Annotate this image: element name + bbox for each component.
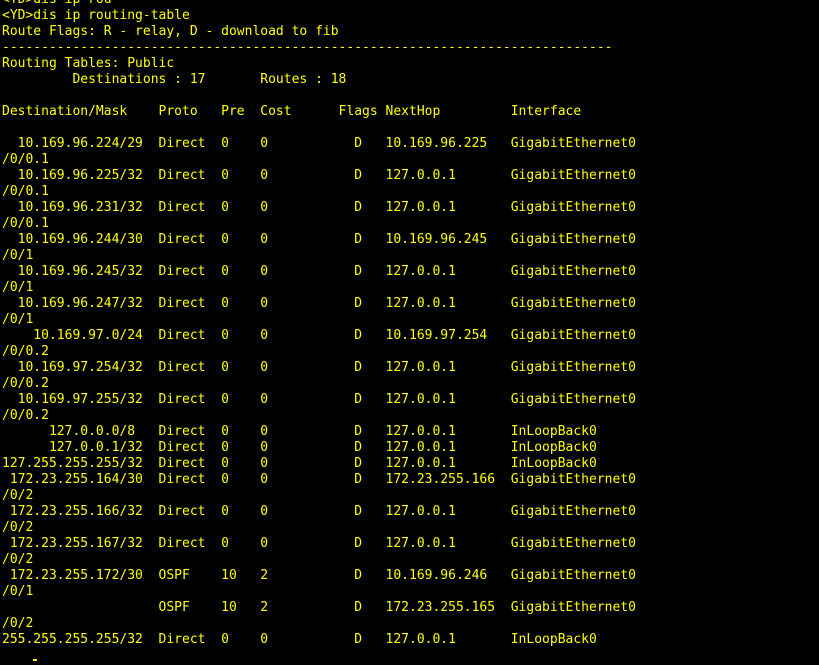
- terminal-line: 10.169.96.245/32 Direct 0 0 D 127.0.0.1 …: [2, 264, 636, 279]
- terminal-line: 172.23.255.164/30 Direct 0 0 D 172.23.25…: [2, 472, 636, 487]
- terminal-line: 10.169.97.0/24 Direct 0 0 D 10.169.97.25…: [2, 328, 636, 343]
- terminal-line: 10.169.96.247/32 Direct 0 0 D 127.0.0.1 …: [2, 296, 636, 311]
- terminal-line: Route Flags: R - relay, D - download to …: [2, 24, 339, 39]
- terminal-line: /0/0.2: [2, 408, 49, 423]
- terminal-line: 127.0.0.1/32 Direct 0 0 D 127.0.0.1 InLo…: [2, 440, 597, 455]
- terminal-output: <YD>dis ip rou<YD>dis ip routing-tableRo…: [0, 0, 636, 648]
- terminal-line: 10.169.97.254/32 Direct 0 0 D 127.0.0.1 …: [2, 360, 636, 375]
- terminal-line: <YD>dis ip routing-table: [2, 8, 190, 23]
- terminal-line: /0/1: [2, 248, 34, 263]
- terminal-line: /0/0.2: [2, 376, 49, 391]
- terminal-line: 127.0.0.0/8 Direct 0 0 D 127.0.0.1 InLoo…: [2, 424, 597, 439]
- terminal-line: 127.255.255.255/32 Direct 0 0 D 127.0.0.…: [2, 456, 597, 471]
- terminal-line: OSPF 10 2 D 172.23.255.165 GigabitEthern…: [2, 600, 636, 615]
- terminal-line: /0/2: [2, 488, 34, 503]
- terminal-line: /0/1: [2, 312, 34, 327]
- terminal-line: /0/2: [2, 552, 34, 567]
- terminal-line: 10.169.96.224/29 Direct 0 0 D 10.169.96.…: [2, 136, 636, 151]
- terminal-line: /0/0.1: [2, 152, 49, 167]
- text-cursor: [33, 659, 37, 661]
- terminal-line: /0/0.2: [2, 344, 49, 359]
- terminal-line: /0/0.1: [2, 184, 49, 199]
- terminal-line: 10.169.96.225/32 Direct 0 0 D 127.0.0.1 …: [2, 168, 636, 183]
- terminal-line: Routing Tables: Public: [2, 56, 175, 71]
- terminal-line: /0/0.1: [2, 216, 49, 231]
- terminal-line: 172.23.255.166/32 Direct 0 0 D 127.0.0.1…: [2, 504, 636, 519]
- terminal-line: 10.169.97.255/32 Direct 0 0 D 127.0.0.1 …: [2, 392, 636, 407]
- terminal-line: /0/2: [2, 520, 34, 535]
- terminal-line: Destinations : 17 Routes : 18: [2, 72, 347, 87]
- terminal-line: /0/1: [2, 584, 34, 599]
- terminal-line: <YD>dis ip rou: [2, 0, 636, 8]
- terminal-line: /0/1: [2, 280, 34, 295]
- terminal-window[interactable]: <YD>dis ip rou<YD>dis ip routing-tableRo…: [0, 0, 819, 665]
- terminal-line: /0/2: [2, 616, 34, 631]
- terminal-line: 172.23.255.167/32 Direct 0 0 D 127.0.0.1…: [2, 536, 636, 551]
- terminal-line: 10.169.96.244/30 Direct 0 0 D 10.169.96.…: [2, 232, 636, 247]
- terminal-line: 10.169.96.231/32 Direct 0 0 D 127.0.0.1 …: [2, 200, 636, 215]
- terminal-line: 255.255.255.255/32 Direct 0 0 D 127.0.0.…: [2, 632, 597, 647]
- terminal-line: ----------------------------------------…: [2, 40, 613, 55]
- terminal-line: Destination/Mask Proto Pre Cost Flags Ne…: [2, 104, 582, 119]
- terminal-line: 172.23.255.172/30 OSPF 10 2 D 10.169.96.…: [2, 568, 636, 583]
